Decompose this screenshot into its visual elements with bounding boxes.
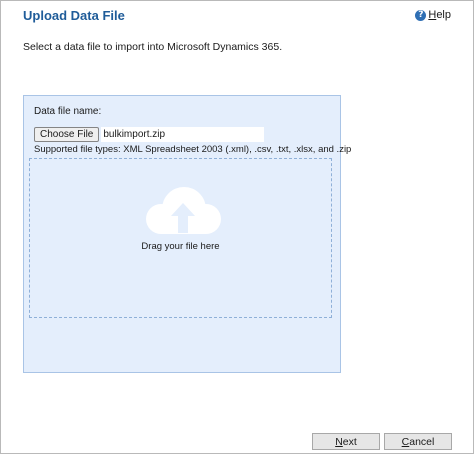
drag-file-here-text: Drag your file here — [141, 241, 220, 252]
cloud-upload-icon — [146, 187, 221, 234]
file-input[interactable]: Choose File bulkimport.zip — [34, 127, 265, 142]
data-file-name-label: Data file name: — [34, 106, 102, 117]
help-label: Help — [428, 9, 451, 21]
dialog-title: Upload Data File — [23, 8, 125, 23]
choose-file-button[interactable]: Choose File — [34, 127, 100, 142]
help-link[interactable]: ? Help — [415, 9, 451, 21]
instruction-text: Select a data file to import into Micros… — [23, 41, 283, 53]
upload-data-file-dialog: Upload Data File ? Help Select a data fi… — [0, 0, 474, 454]
cancel-button[interactable]: Cancel — [384, 433, 452, 450]
next-button[interactable]: Next — [312, 433, 380, 450]
help-icon: ? — [415, 9, 427, 21]
upload-panel: Data file name: Choose File bulkimport.z… — [23, 95, 351, 373]
selected-file-name: bulkimport.zip — [101, 127, 265, 142]
supported-file-types: Supported file types: XML Spreadsheet 20… — [34, 144, 352, 155]
file-drop-zone[interactable]: Drag your file here — [29, 158, 332, 318]
